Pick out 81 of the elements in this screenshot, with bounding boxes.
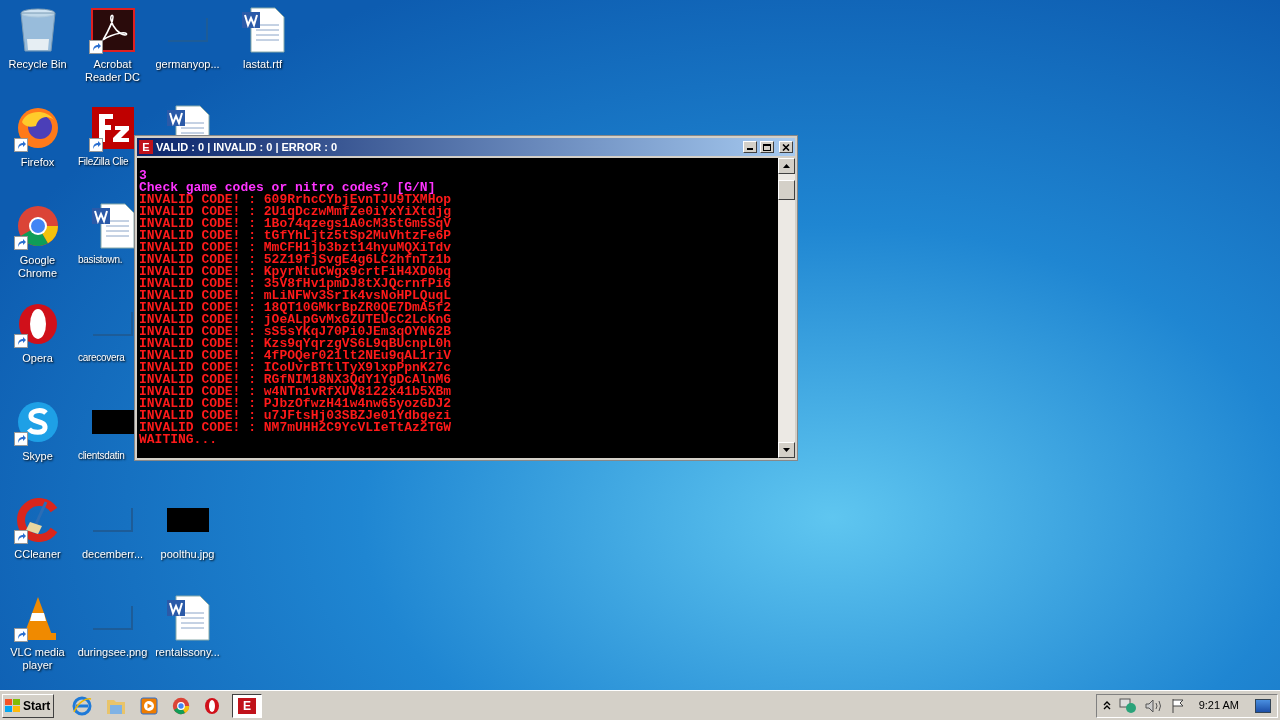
window-title: VALID : 0 | INVALID : 0 | ERROR : 0: [156, 139, 338, 155]
close-icon: [782, 143, 790, 151]
fz-logo-icon: [90, 106, 135, 150]
blank-image-thumbnail: [92, 606, 133, 630]
up-arrow-icon: [783, 164, 790, 168]
desktop-icon-label[interactable]: lastat.rtf: [242, 58, 283, 71]
desktop-icon-label[interactable]: rentalssony...: [155, 646, 220, 659]
scrollbar-thumb[interactable]: [778, 180, 795, 200]
desktop-icon-label[interactable]: clientsdatin: [78, 450, 125, 462]
console-line: INVALID CODE! : mLiNFWv3SrIk4vsNoHPLQuqL: [139, 290, 453, 302]
desktop-icon-label[interactable]: duringsee.png: [77, 646, 148, 659]
down-arrow-icon: [783, 448, 790, 452]
pdf-logo-icon: [90, 8, 135, 52]
desktop-icon-label[interactable]: Google Chrome: [0, 254, 75, 280]
desktop-icon-label[interactable]: Opera: [22, 352, 53, 365]
desktop-icon-label[interactable]: germanyop...: [155, 58, 220, 71]
console-line: INVALID CODE! : sS5sYKqJ70Pi0JEm3qOYN62B: [139, 326, 453, 338]
scrollbar-track[interactable]: [778, 158, 795, 458]
clock[interactable]: 9:21 AM: [1198, 697, 1239, 714]
ring-logo-icon[interactable]: [172, 696, 190, 715]
console-line: INVALID CODE! : KpyrNtuCWgx9crtFiH4XD0bq: [139, 266, 453, 278]
console-line: INVALID CODE! : 18QT10GMkrBpZR0QE7DmA5f2: [139, 302, 453, 314]
speaker-icon[interactable]: [1144, 698, 1163, 713]
console-line: WAITING...: [139, 434, 218, 446]
document-icon: [165, 595, 210, 641]
fox-globe-icon: [15, 106, 60, 150]
app-icon: E: [139, 140, 153, 154]
desktop-icon-label[interactable]: CCleaner: [14, 548, 61, 561]
trash-bin-icon: [17, 7, 58, 53]
dark-image-thumbnail: [166, 508, 209, 532]
chevron-up-icon[interactable]: [1102, 701, 1111, 710]
document-icon: [90, 203, 135, 249]
console-line: INVALID CODE! : 1Bo74qzegs1A0cM35tGm5SqV: [139, 218, 453, 230]
desktop-icon-label[interactable]: Recycle Bin: [8, 58, 67, 71]
blank-image-thumbnail: [92, 312, 133, 336]
close-button[interactable]: [779, 141, 793, 153]
scroll-up-button[interactable]: [778, 158, 795, 174]
console-line: INVALID CODE! : ICoUvrBTtlTyX9lxpPpnK27c: [139, 362, 453, 374]
desktop-icon-label[interactable]: VLC media player: [0, 646, 75, 672]
desktop-icon-label[interactable]: Acrobat Reader DC: [75, 58, 150, 84]
console-line: INVALID CODE! : 35V8fHv1pmDJ8tXJQcrnfPi6: [139, 278, 453, 290]
console-line: INVALID CODE! : MmCFH1jb3bzt14hyuMQXiTdv: [139, 242, 453, 254]
scroll-down-button[interactable]: [778, 442, 795, 458]
blank-image-thumbnail: [92, 508, 133, 532]
console-line: INVALID CODE! : w4NTn1vRfXUV8122x41b5XBm: [139, 386, 453, 398]
console-line: INVALID CODE! : 2U1qDczwMmfZe0iYxYiXtdjg: [139, 206, 453, 218]
console-line: INVALID CODE! : Kzs9qYqrzgVS6L9qBUcnpL0h: [139, 338, 453, 350]
letter-e-icon[interactable]: [72, 695, 92, 716]
minimize-button[interactable]: [743, 141, 757, 153]
play-icon[interactable]: [140, 696, 158, 715]
console-line: INVALID CODE! : RGfNIM18NX3QdY1YgDcAlnM6: [139, 374, 453, 386]
desktop-icon-label[interactable]: poolthu.jpg: [160, 548, 215, 561]
console-line: Check game codes or nitro codes? [G/N]: [139, 182, 436, 194]
maximize-button[interactable]: [760, 141, 774, 153]
show-desktop-button[interactable]: [1255, 698, 1271, 713]
console-line: 3: [139, 170, 147, 182]
ring-logo-icon: [15, 204, 60, 248]
console-line: INVALID CODE! : jOeALpGvMxGZUTEUcC2LcKnG: [139, 314, 453, 326]
desktop-icon-label[interactable]: carecovera: [78, 352, 125, 364]
dark-image-thumbnail: [91, 410, 134, 434]
console-line: INVALID CODE! : PJbzOfwzH41w4nw65yozGDJ2: [139, 398, 453, 410]
desktop-icon-label[interactable]: Firefox: [20, 156, 55, 169]
console-line: INVALID CODE! : 4fPOQer021lt2NEu9qAL1riV: [139, 350, 453, 362]
desktop-icon-label[interactable]: decemberr...: [81, 548, 144, 561]
taskbar-task-button[interactable]: E: [232, 693, 262, 718]
blank-image-thumbnail: [167, 18, 208, 42]
desktop-icon-label[interactable]: Skype: [22, 450, 53, 463]
document-icon: [240, 7, 285, 53]
start-button[interactable]: Start: [2, 693, 54, 718]
desktop-icon-label[interactable]: FileZilla Clie: [78, 156, 129, 168]
console-line: INVALID CODE! : NM7mUHH2C9YcVLIeTtAz2TGW: [139, 422, 453, 434]
desktop-icon-label[interactable]: basistown.: [78, 254, 123, 266]
console-line: INVALID CODE! : 52Z19fjSvgE4g6LC2hfnTz1b: [139, 254, 453, 266]
c-broom-icon: [15, 498, 60, 542]
windows-flag-icon: [5, 698, 21, 713]
console-line: INVALID CODE! : 609RrhcCYbjEvnTJU9TXMHop: [139, 194, 453, 206]
console-line: INVALID CODE! : u7JFtsHj03SBZJe01Ydbgezi: [139, 410, 453, 422]
s-logo-icon: [15, 400, 60, 444]
flag-icon[interactable]: [1170, 697, 1185, 714]
letter-o-icon[interactable]: [204, 696, 220, 715]
console-line: INVALID CODE! : tGfYhLjtz5tSp2MuVhtzFe6P: [139, 230, 453, 242]
